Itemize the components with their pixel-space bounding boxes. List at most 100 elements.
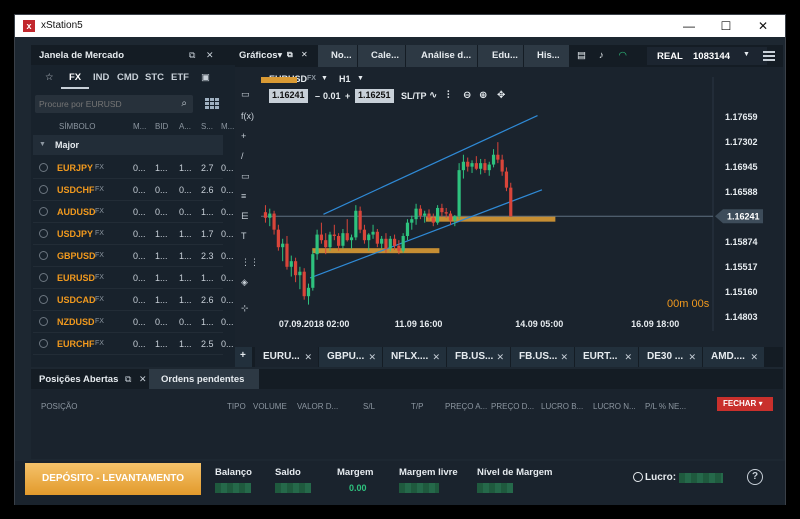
price-chart[interactable]: 1.17659 1.17302 1.16945 1.16588 1.15874 1.155… xyxy=(257,77,783,331)
layers-tool-icon[interactable]: ◈ xyxy=(241,277,248,288)
instrument-symbol[interactable]: GBPUSD xyxy=(57,251,96,261)
col-m[interactable]: M... xyxy=(133,122,146,131)
positions-col-header[interactable]: T/P xyxy=(411,402,423,411)
instrument-tab[interactable]: NFLX.... ✕ xyxy=(383,347,447,367)
tab-ind[interactable]: IND xyxy=(93,72,109,83)
search-icon[interactable]: ⌕ xyxy=(181,98,187,109)
list-item[interactable]: USDJPY FX 0... 1... 1... 1.7 0... xyxy=(33,223,234,245)
close-button[interactable]: ✕ xyxy=(741,15,785,37)
positions-col-header[interactable]: LUCRO N... xyxy=(593,402,636,411)
pitchfork-tool-icon[interactable]: ⋿ xyxy=(241,211,249,222)
undock-icon[interactable]: ⧉ xyxy=(189,50,195,61)
panel-close-icon[interactable]: ✕ xyxy=(139,374,147,385)
positions-col-header[interactable]: S/L xyxy=(363,402,375,411)
instrument-symbol[interactable]: USDCHF xyxy=(57,185,95,195)
tab-favorites[interactable]: ☆ xyxy=(45,72,54,83)
positions-col-header[interactable]: VALOR D... xyxy=(297,402,338,411)
instrument-symbol[interactable]: USDCAD xyxy=(57,295,96,305)
tab-educacao[interactable]: Edu... xyxy=(492,50,518,61)
tab-close-icon[interactable]: ✕ xyxy=(368,352,376,363)
close-all-button[interactable]: FECHAR ▾ xyxy=(717,397,773,411)
crosshair-tool-icon[interactable]: + xyxy=(241,131,246,141)
tab-graficos[interactable]: Gráficos▾ xyxy=(239,50,282,61)
add-tab-button[interactable]: + xyxy=(235,347,253,367)
tab-close-icon[interactable]: ✕ xyxy=(688,352,696,363)
chart-area[interactable]: 1.17659 1.17302 1.16945 1.16588 1.15874 1.155… xyxy=(257,77,783,331)
instrument-symbol[interactable]: EURCHF xyxy=(57,339,95,349)
tab-open-positions[interactable]: Posições Abertas xyxy=(39,374,118,385)
tab-close-icon[interactable]: ✕ xyxy=(560,352,568,363)
list-item[interactable]: EURJPY FX 0... 1... 1... 2.7 0... xyxy=(33,157,234,179)
indicator-tool-icon[interactable]: f(x) xyxy=(241,111,254,121)
layout-icon[interactable]: ▤ xyxy=(577,50,586,61)
list-item[interactable]: GBPUSD FX 0... 1... 1... 2.3 0... xyxy=(33,245,234,267)
instrument-tab[interactable]: AMD.... ✕ xyxy=(703,347,765,367)
tab-calendario[interactable]: Cale... xyxy=(371,50,399,61)
col-bid[interactable]: BID xyxy=(155,122,168,131)
grid-view-icon[interactable] xyxy=(205,98,221,110)
tab-pending-orders[interactable]: Ordens pendentes xyxy=(161,374,244,385)
instrument-symbol[interactable]: EURUSD xyxy=(57,273,95,283)
instrument-tab[interactable]: EURT... ✕ xyxy=(575,347,639,367)
tab-close-icon[interactable]: ✕ xyxy=(301,50,308,59)
cell-c3: 0... xyxy=(179,185,192,195)
share-tool-icon[interactable]: ⊹ xyxy=(241,303,249,314)
tab-close-icon[interactable]: ✕ xyxy=(750,352,758,363)
menu-icon[interactable] xyxy=(763,51,775,61)
instrument-symbol[interactable]: AUDUSD xyxy=(57,207,96,217)
portfolio-icon[interactable]: ▣ xyxy=(201,72,210,83)
instrument-symbol[interactable]: USDJPY xyxy=(57,229,93,239)
deposit-withdraw-button[interactable]: DEPÓSITO - LEVANTAMENTO xyxy=(25,463,201,495)
instrument-tab[interactable]: FB.US... ✕ xyxy=(447,347,511,367)
tab-fx[interactable]: FX xyxy=(69,72,81,83)
tab-noticias[interactable]: No... xyxy=(331,50,352,61)
account-dropdown-icon[interactable]: ▼ xyxy=(743,51,750,58)
list-item[interactable]: EURUSD FX 0... 1... 1... 1... 0... xyxy=(33,267,234,289)
undock-icon[interactable]: ⧉ xyxy=(287,50,293,60)
tab-close-icon[interactable]: ✕ xyxy=(432,352,440,363)
fibonacci-tool-icon[interactable]: ≡ xyxy=(241,191,246,201)
list-item[interactable]: USDCAD FX 0... 1... 1... 2.6 0... xyxy=(33,289,234,311)
help-button[interactable]: ? xyxy=(747,469,763,485)
positions-col-header[interactable]: LUCRO B... xyxy=(541,402,583,411)
list-item[interactable]: EURCHF FX 0... 1... 1... 2.5 0... xyxy=(33,333,234,355)
positions-col-header[interactable]: P/L % NE... xyxy=(645,402,686,411)
cursor-tool-icon[interactable]: ▭ xyxy=(241,89,250,100)
text-tool-icon[interactable]: T xyxy=(241,231,247,241)
tab-close-icon[interactable]: ✕ xyxy=(624,352,632,363)
rectangle-tool-icon[interactable]: ▭ xyxy=(241,171,250,182)
col-ask[interactable]: A... xyxy=(179,122,191,131)
tab-analise[interactable]: Análise d... xyxy=(421,50,471,61)
positions-col-header[interactable]: POSIÇÃO xyxy=(41,402,77,411)
instrument-symbol[interactable]: NZDUSD xyxy=(57,317,95,327)
instrument-tab[interactable]: FB.US... ✕ xyxy=(511,347,575,367)
tab-cmd[interactable]: CMD xyxy=(117,72,139,83)
panel-close-icon[interactable]: ✕ xyxy=(206,50,214,61)
instrument-tab[interactable]: DE30 ... ✕ xyxy=(639,347,703,367)
positions-col-header[interactable]: PREÇO D... xyxy=(491,402,534,411)
instrument-tab[interactable]: GBPU... ✕ xyxy=(319,347,383,367)
instrument-symbol[interactable]: EURJPY xyxy=(57,163,93,173)
positions-col-header[interactable]: VOLUME xyxy=(253,402,287,411)
bell-icon[interactable]: ♪ xyxy=(599,50,604,61)
tab-etf[interactable]: ETF xyxy=(171,72,189,83)
search-input[interactable] xyxy=(39,97,169,111)
group-major[interactable]: ▼ Major xyxy=(33,135,223,155)
list-item[interactable]: USDCHF FX 0... 0... 0... 2.6 0... xyxy=(33,179,234,201)
col-spread[interactable]: S... xyxy=(201,122,213,131)
tab-close-icon[interactable]: ✕ xyxy=(496,352,504,363)
positions-col-header[interactable]: TIPO xyxy=(227,402,246,411)
instrument-tab[interactable]: EURU... ✕ xyxy=(255,347,319,367)
list-item[interactable]: NZDUSD FX 0... 0... 0... 1... 0... xyxy=(33,311,234,333)
col-symbol[interactable]: SÍMBOLO xyxy=(59,122,95,131)
collapse-icon[interactable]: ▼ xyxy=(39,141,46,148)
tab-close-icon[interactable]: ✕ xyxy=(304,352,312,363)
tab-historico[interactable]: His... xyxy=(537,50,560,61)
line-tool-icon[interactable]: / xyxy=(241,151,244,161)
col-m2[interactable]: M... xyxy=(221,122,234,131)
positions-col-header[interactable]: PREÇO A... xyxy=(445,402,487,411)
list-item[interactable]: AUDUSD FX 0... 0... 0... 1... 0... xyxy=(33,201,234,223)
tab-stc[interactable]: STC xyxy=(145,72,164,83)
search-box[interactable]: ⌕ xyxy=(35,95,193,113)
undock-icon[interactable]: ⧉ xyxy=(125,374,131,385)
